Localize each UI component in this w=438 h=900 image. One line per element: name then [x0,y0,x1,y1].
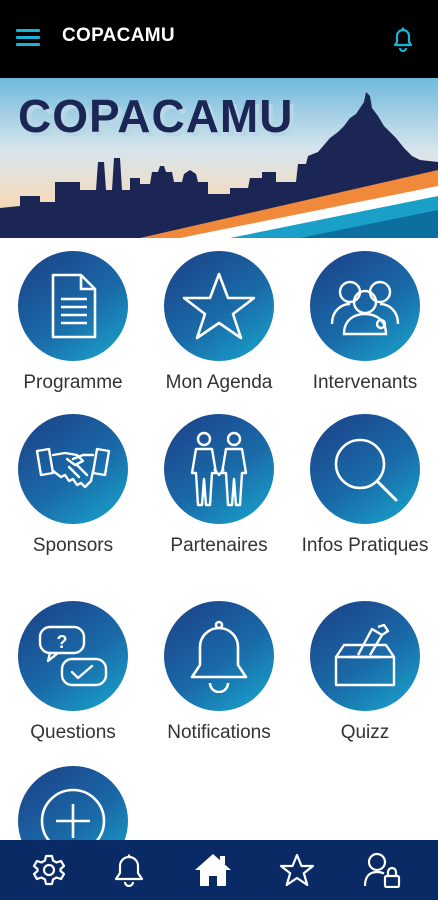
intervenants-label: Intervenants [312,372,418,393]
bell-icon [393,27,413,53]
notifications-label: Notifications [167,722,271,743]
chat-question-icon: ? [38,625,108,687]
partenaires-label: Partenaires [170,535,268,556]
notifications-nav-button[interactable] [109,850,149,890]
top-app-bar: COPACAMU [0,0,438,78]
star-icon [182,272,256,340]
bell-icon [114,854,144,887]
partenaires-tile[interactable]: Partenaires [146,414,292,558]
people-group-icon [330,280,400,336]
svg-text:?: ? [57,632,68,652]
notifications-button[interactable] [388,24,418,54]
banner-title: COPACAMU [18,90,293,142]
mon-agenda-tile[interactable]: Mon Agenda [146,251,292,395]
bottom-navigation-bar [0,840,438,900]
ballot-box-icon [334,623,396,687]
hamburger-icon [16,29,40,32]
account-nav-button[interactable] [362,850,402,890]
settings-nav-button[interactable] [29,850,69,890]
questions-label: Questions [30,722,116,743]
sponsors-tile[interactable]: Sponsors [0,414,146,558]
event-banner: COPACAMU COPACAMU [0,78,438,238]
city-skyline-illustration: COPACAMU COPACAMU [0,78,438,238]
document-icon [51,273,97,339]
mon-agenda-label: Mon Agenda [165,372,273,393]
infos-pratiques-tile[interactable]: Infos Pratiques [292,414,438,558]
quizz-label: Quizz [340,722,390,743]
programme-label: Programme [23,372,123,393]
quizz-tile[interactable]: Quizz [292,601,438,745]
sponsors-label: Sponsors [32,535,114,556]
magnifier-icon [334,438,398,502]
user-lock-icon [363,852,401,888]
partners-icon [190,431,248,507]
favorites-nav-button[interactable] [277,850,317,890]
intervenants-tile[interactable]: Intervenants [292,251,438,395]
home-icon [195,854,231,886]
home-nav-button[interactable] [191,850,235,890]
programme-tile[interactable]: Programme [0,251,146,395]
bell-icon [190,620,248,693]
questions-tile[interactable]: ? Questions [0,601,146,745]
infos-pratiques-label: Infos Pratiques [301,535,429,556]
app-title: COPACAMU [62,25,175,46]
star-icon [279,853,315,887]
gear-icon [32,854,66,886]
notifications-tile[interactable]: Notifications [146,601,292,745]
hamburger-menu-button[interactable] [16,27,42,49]
handshake-icon [35,447,111,489]
